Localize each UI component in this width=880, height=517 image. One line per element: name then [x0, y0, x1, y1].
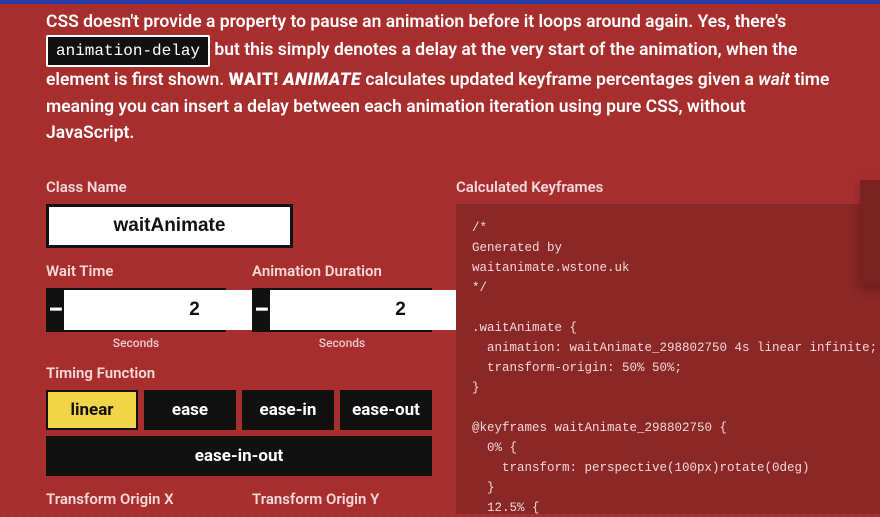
timing-ease-out[interactable]: ease-out — [340, 390, 432, 430]
wait-time-label: Wait Time — [46, 262, 226, 280]
class-name-group: Class Name — [46, 178, 432, 248]
wait-time-unit: Seconds — [46, 336, 226, 350]
controls-column: Class Name Wait Time − + Seconds Animati… — [46, 178, 432, 517]
timing-linear[interactable]: linear — [46, 390, 138, 430]
timing-ease[interactable]: ease — [144, 390, 236, 430]
preview-box: ! — [860, 180, 880, 285]
transform-origin-x-label: Transform Origin X — [46, 490, 226, 508]
output-column: Calculated Keyframes /* Generated by wai… — [456, 178, 880, 517]
wait-time-decrement[interactable]: − — [48, 290, 64, 330]
animation-duration-group: Animation Duration − + Seconds — [252, 262, 432, 350]
em-wait: wait — [758, 70, 790, 90]
timing-function-group: Timing Function linear ease ease-in ease… — [46, 364, 432, 476]
brand-wait: WAIT! — [229, 70, 279, 90]
brand-animate: ANIMATE — [283, 70, 361, 90]
timing-row: linear ease ease-in ease-out — [46, 390, 432, 430]
animation-duration-label: Animation Duration — [252, 262, 432, 280]
class-name-input[interactable] — [46, 204, 293, 248]
animation-duration-unit: Seconds — [252, 336, 432, 350]
transform-origin-y-group: Transform Origin Y — [252, 490, 432, 516]
animation-duration-decrement[interactable]: − — [254, 290, 270, 330]
intro-text: CSS doesn't provide a property to pause … — [46, 9, 834, 146]
transform-origin-y-label: Transform Origin Y — [252, 490, 432, 508]
timing-ease-in[interactable]: ease-in — [242, 390, 334, 430]
animation-duration-stepper: − + — [252, 288, 432, 332]
transform-origin-x-group: Transform Origin X — [46, 490, 226, 516]
intro-part3: calculates updated keyframe percentages … — [365, 70, 758, 90]
timing-function-label: Timing Function — [46, 364, 432, 382]
timing-ease-in-out[interactable]: ease-in-out — [46, 436, 432, 476]
intro-part1: CSS doesn't provide a property to pause … — [46, 12, 786, 32]
class-name-label: Class Name — [46, 178, 432, 196]
calculated-keyframes-label: Calculated Keyframes — [456, 178, 880, 196]
wait-time-stepper: − + — [46, 288, 226, 332]
code-pill-animation-delay: animation-delay — [46, 35, 210, 67]
code-output[interactable]: /* Generated by waitanimate.wstone.uk */… — [456, 204, 880, 514]
wait-time-group: Wait Time − + Seconds — [46, 262, 226, 350]
